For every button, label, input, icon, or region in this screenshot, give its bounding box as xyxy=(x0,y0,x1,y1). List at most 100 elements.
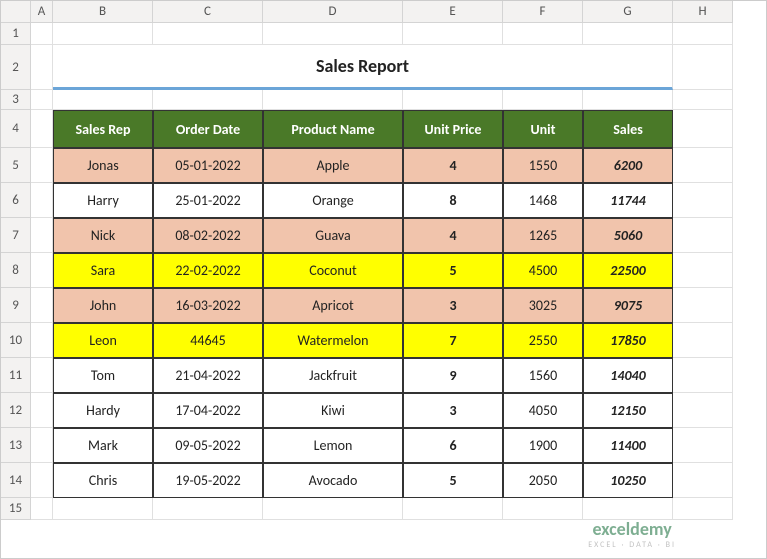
cell[interactable] xyxy=(673,253,733,288)
cell[interactable] xyxy=(31,463,53,498)
data-cell-price[interactable]: 5 xyxy=(403,253,503,288)
data-cell-sales[interactable]: 22500 xyxy=(583,253,673,288)
row-header-4[interactable]: 4 xyxy=(1,110,31,148)
row-header-15[interactable]: 15 xyxy=(1,498,31,520)
table-header[interactable]: Sales Rep xyxy=(53,110,153,148)
row-header-13[interactable]: 13 xyxy=(1,428,31,463)
data-cell-rep[interactable]: Mark xyxy=(53,428,153,463)
data-cell-rep[interactable]: Chris xyxy=(53,463,153,498)
cell[interactable] xyxy=(673,183,733,218)
cell[interactable] xyxy=(583,90,673,110)
data-cell-rep[interactable]: Nick xyxy=(53,218,153,253)
data-cell-date[interactable]: 16-03-2022 xyxy=(153,288,263,323)
data-cell-unit[interactable]: 1550 xyxy=(503,148,583,183)
col-header-B[interactable]: B xyxy=(53,1,153,23)
cell[interactable] xyxy=(31,358,53,393)
row-header-12[interactable]: 12 xyxy=(1,393,31,428)
data-cell-price[interactable]: 5 xyxy=(403,463,503,498)
cell[interactable] xyxy=(673,90,733,110)
cell[interactable] xyxy=(31,218,53,253)
col-header-G[interactable]: G xyxy=(583,1,673,23)
data-cell-product[interactable]: Orange xyxy=(263,183,403,218)
data-cell-price[interactable]: 3 xyxy=(403,393,503,428)
col-header-D[interactable]: D xyxy=(263,1,403,23)
row-header-9[interactable]: 9 xyxy=(1,288,31,323)
cell[interactable] xyxy=(673,218,733,253)
cell[interactable] xyxy=(153,23,263,45)
data-cell-unit[interactable]: 2550 xyxy=(503,323,583,358)
data-cell-sales[interactable]: 11400 xyxy=(583,428,673,463)
cell[interactable] xyxy=(403,23,503,45)
data-cell-product[interactable]: Kiwi xyxy=(263,393,403,428)
data-cell-date[interactable]: 05-01-2022 xyxy=(153,148,263,183)
cell[interactable] xyxy=(31,148,53,183)
cell[interactable] xyxy=(673,498,733,520)
cell[interactable] xyxy=(673,358,733,393)
data-cell-date[interactable]: 44645 xyxy=(153,323,263,358)
data-cell-rep[interactable]: Tom xyxy=(53,358,153,393)
row-header-7[interactable]: 7 xyxy=(1,218,31,253)
cell[interactable] xyxy=(263,90,403,110)
cell[interactable] xyxy=(31,498,53,520)
data-cell-price[interactable]: 4 xyxy=(403,148,503,183)
data-cell-product[interactable]: Watermelon xyxy=(263,323,403,358)
data-cell-price[interactable]: 3 xyxy=(403,288,503,323)
data-cell-sales[interactable]: 10250 xyxy=(583,463,673,498)
cell[interactable] xyxy=(31,23,53,45)
cell[interactable] xyxy=(503,90,583,110)
cell[interactable] xyxy=(673,148,733,183)
data-cell-rep[interactable]: Harry xyxy=(53,183,153,218)
row-header-2[interactable]: 2 xyxy=(1,45,31,90)
table-header[interactable]: Unit xyxy=(503,110,583,148)
cell[interactable] xyxy=(403,90,503,110)
data-cell-product[interactable]: Lemon xyxy=(263,428,403,463)
data-cell-unit[interactable]: 4050 xyxy=(503,393,583,428)
data-cell-date[interactable]: 08-02-2022 xyxy=(153,218,263,253)
col-header-A[interactable]: A xyxy=(31,1,53,23)
data-cell-product[interactable]: Jackfruit xyxy=(263,358,403,393)
row-header-1[interactable]: 1 xyxy=(1,23,31,45)
cell[interactable] xyxy=(403,498,503,520)
cell[interactable] xyxy=(673,463,733,498)
cell[interactable] xyxy=(263,498,403,520)
data-cell-unit[interactable]: 4500 xyxy=(503,253,583,288)
col-header-F[interactable]: F xyxy=(503,1,583,23)
data-cell-rep[interactable]: Leon xyxy=(53,323,153,358)
data-cell-sales[interactable]: 9075 xyxy=(583,288,673,323)
cell[interactable] xyxy=(31,323,53,358)
data-cell-unit[interactable]: 3025 xyxy=(503,288,583,323)
data-cell-rep[interactable]: Jonas xyxy=(53,148,153,183)
cell[interactable] xyxy=(673,23,733,45)
cell[interactable] xyxy=(31,110,53,148)
table-header[interactable]: Order Date xyxy=(153,110,263,148)
cell[interactable] xyxy=(583,23,673,45)
cell[interactable] xyxy=(31,90,53,110)
cell[interactable] xyxy=(503,498,583,520)
data-cell-sales[interactable]: 6200 xyxy=(583,148,673,183)
data-cell-rep[interactable]: Hardy xyxy=(53,393,153,428)
cell[interactable] xyxy=(503,23,583,45)
data-cell-date[interactable]: 22-02-2022 xyxy=(153,253,263,288)
row-header-10[interactable]: 10 xyxy=(1,323,31,358)
data-cell-rep[interactable]: Sara xyxy=(53,253,153,288)
cell[interactable] xyxy=(53,23,153,45)
data-cell-product[interactable]: Apricot xyxy=(263,288,403,323)
cell[interactable] xyxy=(31,288,53,323)
row-header-8[interactable]: 8 xyxy=(1,253,31,288)
data-cell-date[interactable]: 09-05-2022 xyxy=(153,428,263,463)
data-cell-sales[interactable]: 14040 xyxy=(583,358,673,393)
row-header-6[interactable]: 6 xyxy=(1,183,31,218)
row-header-11[interactable]: 11 xyxy=(1,358,31,393)
data-cell-sales[interactable]: 17850 xyxy=(583,323,673,358)
cell[interactable] xyxy=(153,90,263,110)
cell[interactable] xyxy=(673,45,733,90)
row-header-3[interactable]: 3 xyxy=(1,90,31,110)
row-header-5[interactable]: 5 xyxy=(1,148,31,183)
data-cell-unit[interactable]: 1900 xyxy=(503,428,583,463)
data-cell-sales[interactable]: 12150 xyxy=(583,393,673,428)
table-header[interactable]: Sales xyxy=(583,110,673,148)
row-header-14[interactable]: 14 xyxy=(1,463,31,498)
cell[interactable] xyxy=(153,498,263,520)
cell[interactable] xyxy=(673,393,733,428)
cell[interactable] xyxy=(53,498,153,520)
